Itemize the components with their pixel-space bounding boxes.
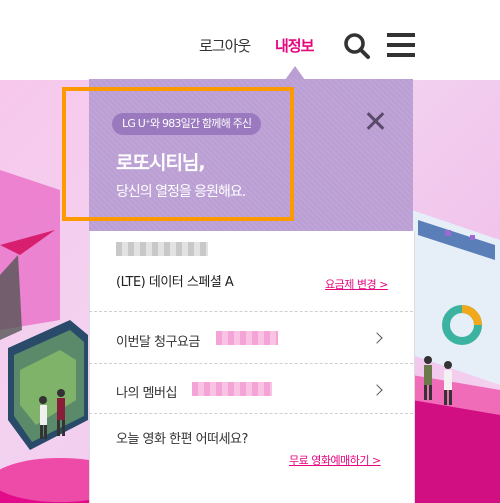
plan-name: (LTE) 데이터 스페셜 A	[116, 275, 234, 290]
free-movie-booking-link[interactable]: 무료 영화예매하기 >	[289, 452, 381, 468]
masked-billing-amount	[216, 331, 278, 345]
plan-change-link[interactable]: 요금제 변경 >	[325, 276, 388, 292]
highlight-box	[62, 87, 294, 221]
close-icon[interactable]	[365, 111, 385, 131]
search-icon[interactable]	[343, 32, 371, 60]
divider	[89, 311, 413, 312]
my-info-link[interactable]: 내정보	[275, 35, 314, 56]
top-header: 로그아웃 내정보	[0, 0, 500, 80]
masked-phone-number	[116, 242, 208, 256]
membership-row-label: 나의 멤버십	[116, 386, 177, 401]
masked-membership-grade	[192, 382, 272, 396]
movie-question: 오늘 영화 한편 어떠세요?	[116, 432, 248, 447]
hamburger-menu-icon[interactable]	[387, 33, 415, 57]
divider	[89, 413, 413, 414]
popup-pointer	[285, 66, 305, 80]
billing-row-label: 이번달 청구요금	[116, 335, 200, 350]
divider	[89, 363, 413, 364]
logout-link[interactable]: 로그아웃	[199, 35, 251, 56]
